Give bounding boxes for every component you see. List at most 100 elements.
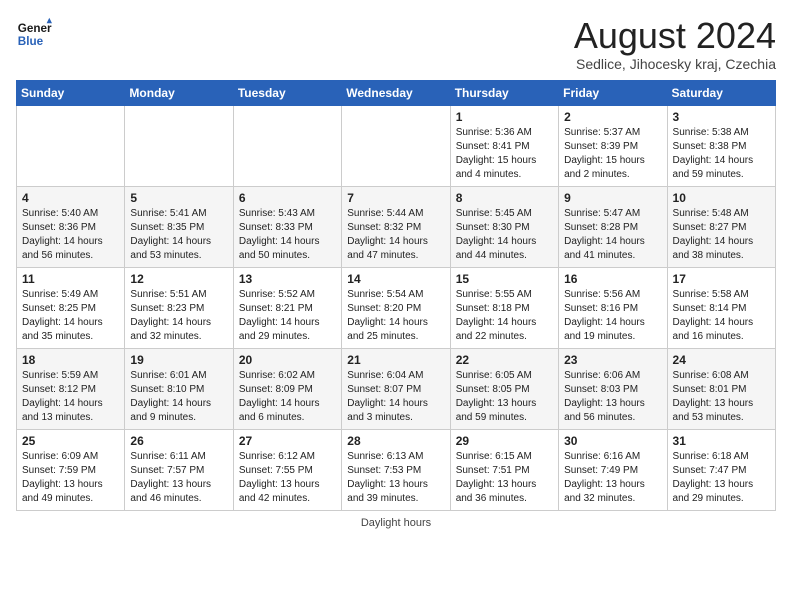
day-info: Sunrise: 6:12 AM Sunset: 7:55 PM Dayligh… <box>239 450 336 506</box>
day-info: Sunrise: 6:15 AM Sunset: 7:51 PM Dayligh… <box>456 450 553 506</box>
table-row: 12Sunrise: 5:51 AM Sunset: 8:23 PM Dayli… <box>125 267 233 348</box>
day-number: 25 <box>22 434 119 448</box>
day-info: Sunrise: 5:54 AM Sunset: 8:20 PM Dayligh… <box>347 288 444 344</box>
day-number: 12 <box>130 272 227 286</box>
day-number: 24 <box>673 353 770 367</box>
table-row: 29 Sunrise: 6:15 AM Sunset: 7:51 PM Dayli… <box>450 429 558 510</box>
table-row: 8 Sunrise: 5:45 AM Sunset: 8:30 PM Daylig… <box>450 186 558 267</box>
day-info: Sunrise: 5:37 AM Sunset: 8:39 PM Dayligh… <box>564 126 661 182</box>
day-number: 31 <box>673 434 770 448</box>
location: Sedlice, Jihocesky kraj, Czechia <box>574 56 776 72</box>
day-info: Sunrise: 6:13 AM Sunset: 7:53 PM Dayligh… <box>347 450 444 506</box>
day-info: Sunrise: 6:11 AM Sunset: 7:57 PM Dayligh… <box>130 450 227 506</box>
day-info: Sunrise: 6:05 AM Sunset: 8:05 PM Dayligh… <box>456 369 553 425</box>
day-number: 14 <box>347 272 444 286</box>
table-row: 21 Sunrise: 6:04 AM Sunset: 8:07 PM Dayli… <box>342 348 450 429</box>
table-row: 30 Sunrise: 6:16 AM Sunset: 7:49 PM Dayli… <box>559 429 667 510</box>
day-number: 30 <box>564 434 661 448</box>
day-number: 15 <box>456 272 553 286</box>
day-info: Sunrise: 5:38 AM Sunset: 8:38 PM Dayligh… <box>673 126 770 182</box>
col-tuesday: Tuesday <box>233 80 341 105</box>
table-row <box>233 105 341 186</box>
page-header: General Blue August 2024 Sedlice, Jihoce… <box>16 16 776 72</box>
day-number: 3 <box>673 110 770 124</box>
day-number: 11 <box>22 272 119 286</box>
table-row: 3 Sunrise: 5:38 AM Sunset: 8:38 PM Daylig… <box>667 105 775 186</box>
calendar-week-1: 4Sunrise: 5:40 AM Sunset: 8:36 PM Daylig… <box>17 186 776 267</box>
table-row: 18 Sunrise: 5:59 AM Sunset: 8:12 PM Dayli… <box>17 348 125 429</box>
table-row: 28Sunrise: 6:13 AM Sunset: 7:53 PM Dayli… <box>342 429 450 510</box>
day-number: 21 <box>347 353 444 367</box>
day-info: Sunrise: 6:06 AM Sunset: 8:03 PM Dayligh… <box>564 369 661 425</box>
day-info: Sunrise: 5:48 AM Sunset: 8:27 PM Dayligh… <box>673 207 770 263</box>
day-info: Sunrise: 5:40 AM Sunset: 8:36 PM Dayligh… <box>22 207 119 263</box>
day-number: 9 <box>564 191 661 205</box>
day-number: 18 <box>22 353 119 367</box>
table-row: 2 Sunrise: 5:37 AM Sunset: 8:39 PM Daylig… <box>559 105 667 186</box>
table-row: 15 Sunrise: 5:55 AM Sunset: 8:18 PM Dayli… <box>450 267 558 348</box>
table-row: 17Sunrise: 5:58 AM Sunset: 8:14 PM Dayli… <box>667 267 775 348</box>
table-row: 14 Sunrise: 5:54 AM Sunset: 8:20 PM Dayli… <box>342 267 450 348</box>
day-info: Sunrise: 5:59 AM Sunset: 8:12 PM Dayligh… <box>22 369 119 425</box>
col-monday: Monday <box>125 80 233 105</box>
table-row: 7 Sunrise: 5:44 AM Sunset: 8:32 PM Daylig… <box>342 186 450 267</box>
calendar-week-4: 25Sunrise: 6:09 AM Sunset: 7:59 PM Dayli… <box>17 429 776 510</box>
calendar-week-3: 18 Sunrise: 5:59 AM Sunset: 8:12 PM Dayli… <box>17 348 776 429</box>
day-info: Sunrise: 5:56 AM Sunset: 8:16 PM Dayligh… <box>564 288 661 344</box>
title-block: August 2024 Sedlice, Jihocesky kraj, Cze… <box>574 16 776 72</box>
day-number: 2 <box>564 110 661 124</box>
day-number: 20 <box>239 353 336 367</box>
table-row <box>17 105 125 186</box>
day-number: 29 <box>456 434 553 448</box>
day-info: Sunrise: 6:02 AM Sunset: 8:09 PM Dayligh… <box>239 369 336 425</box>
table-row: 22 Sunrise: 6:05 AM Sunset: 8:05 PM Dayli… <box>450 348 558 429</box>
day-info: Sunrise: 5:47 AM Sunset: 8:28 PM Dayligh… <box>564 207 661 263</box>
table-row: 1 Sunrise: 5:36 AM Sunset: 8:41 PM Daylig… <box>450 105 558 186</box>
table-row <box>125 105 233 186</box>
day-number: 17 <box>673 272 770 286</box>
table-row: 4Sunrise: 5:40 AM Sunset: 8:36 PM Daylig… <box>17 186 125 267</box>
table-row: 19Sunrise: 6:01 AM Sunset: 8:10 PM Dayli… <box>125 348 233 429</box>
day-number: 8 <box>456 191 553 205</box>
day-info: Sunrise: 6:18 AM Sunset: 7:47 PM Dayligh… <box>673 450 770 506</box>
calendar-week-2: 11Sunrise: 5:49 AM Sunset: 8:25 PM Dayli… <box>17 267 776 348</box>
day-info: Sunrise: 5:36 AM Sunset: 8:41 PM Dayligh… <box>456 126 553 182</box>
day-number: 1 <box>456 110 553 124</box>
day-number: 22 <box>456 353 553 367</box>
day-info: Sunrise: 6:01 AM Sunset: 8:10 PM Dayligh… <box>130 369 227 425</box>
day-info: Sunrise: 5:44 AM Sunset: 8:32 PM Dayligh… <box>347 207 444 263</box>
day-number: 27 <box>239 434 336 448</box>
day-number: 23 <box>564 353 661 367</box>
table-row: 26 Sunrise: 6:11 AM Sunset: 7:57 PM Dayli… <box>125 429 233 510</box>
svg-text:Blue: Blue <box>18 35 44 48</box>
table-row: 9 Sunrise: 5:47 AM Sunset: 8:28 PM Daylig… <box>559 186 667 267</box>
col-thursday: Thursday <box>450 80 558 105</box>
day-number: 26 <box>130 434 227 448</box>
table-row: 16 Sunrise: 5:56 AM Sunset: 8:16 PM Dayli… <box>559 267 667 348</box>
day-info: Sunrise: 6:08 AM Sunset: 8:01 PM Dayligh… <box>673 369 770 425</box>
table-row: 31 Sunrise: 6:18 AM Sunset: 7:47 PM Dayli… <box>667 429 775 510</box>
table-row: 20 Sunrise: 6:02 AM Sunset: 8:09 PM Dayli… <box>233 348 341 429</box>
table-row: 13 Sunrise: 5:52 AM Sunset: 8:21 PM Dayli… <box>233 267 341 348</box>
table-row: 10 Sunrise: 5:48 AM Sunset: 8:27 PM Dayli… <box>667 186 775 267</box>
table-row: 27 Sunrise: 6:12 AM Sunset: 7:55 PM Dayli… <box>233 429 341 510</box>
day-number: 6 <box>239 191 336 205</box>
day-info: Sunrise: 5:41 AM Sunset: 8:35 PM Dayligh… <box>130 207 227 263</box>
footer-note: Daylight hours <box>16 517 776 529</box>
day-info: Sunrise: 5:55 AM Sunset: 8:18 PM Dayligh… <box>456 288 553 344</box>
day-info: Sunrise: 5:45 AM Sunset: 8:30 PM Dayligh… <box>456 207 553 263</box>
day-number: 7 <box>347 191 444 205</box>
col-friday: Friday <box>559 80 667 105</box>
day-number: 10 <box>673 191 770 205</box>
col-wednesday: Wednesday <box>342 80 450 105</box>
day-info: Sunrise: 5:52 AM Sunset: 8:21 PM Dayligh… <box>239 288 336 344</box>
table-row: 24 Sunrise: 6:08 AM Sunset: 8:01 PM Dayli… <box>667 348 775 429</box>
day-number: 5 <box>130 191 227 205</box>
day-info: Sunrise: 6:04 AM Sunset: 8:07 PM Dayligh… <box>347 369 444 425</box>
day-number: 16 <box>564 272 661 286</box>
day-info: Sunrise: 6:16 AM Sunset: 7:49 PM Dayligh… <box>564 450 661 506</box>
month-year: August 2024 <box>574 16 776 56</box>
day-number: 13 <box>239 272 336 286</box>
table-row <box>342 105 450 186</box>
svg-text:General: General <box>18 22 52 35</box>
